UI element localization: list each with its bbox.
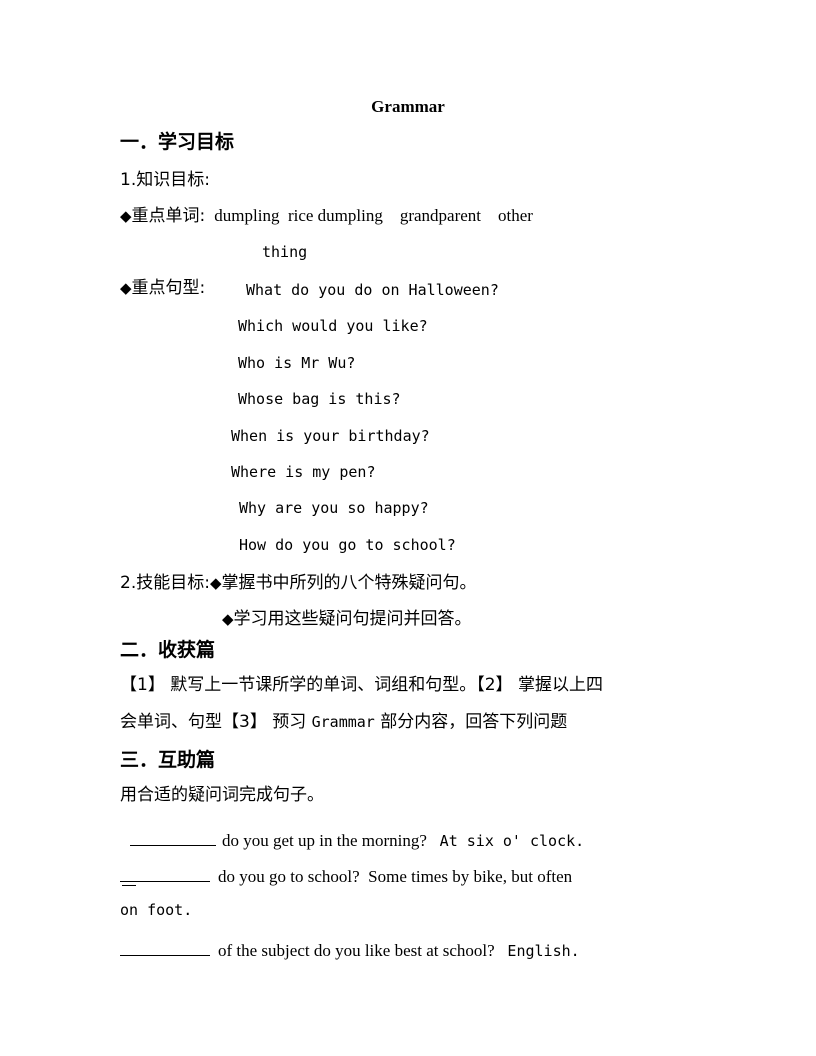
question-gap-2 xyxy=(360,867,369,886)
section-heading-3: 三．互助篇 xyxy=(120,749,216,771)
document-page: Grammar 一．学习目标 1.知识目标: ◆重点单词: dumpling ri… xyxy=(0,0,816,1056)
answer-text-1: At six o' clock. xyxy=(439,832,585,851)
answer-text-3: English. xyxy=(507,942,580,961)
section2-body-line-2: 会单词、句型【3】 预习 Grammar 部分内容，回答下列问题 xyxy=(120,714,567,731)
vocab-row: ◆重点单词: dumpling rice dumpling grandparent… xyxy=(120,207,533,225)
patterns-label: 重点句型: xyxy=(131,278,206,298)
vocab-words: dumpling rice dumpling grandparent other xyxy=(214,206,533,225)
page-title: Grammar xyxy=(371,97,445,116)
exercise-question-1: do you get up in the morning? At six o' … xyxy=(120,830,584,850)
diamond-bullet-icon: ◆ xyxy=(222,610,234,628)
skill-item-2: 学习用这些疑问句提问并回答。 xyxy=(233,609,472,629)
exercise-instruction: 用合适的疑问词完成句子。 xyxy=(120,785,324,805)
vocab-words-wrap: thing xyxy=(262,243,308,261)
skills-row-1: 2.技能目标:◆掌握书中所列的八个特殊疑问句。 xyxy=(120,575,477,592)
section2-body-grammar-word: Grammar xyxy=(311,713,375,731)
answer-text-2: Some times by bike, but often xyxy=(368,867,573,887)
section2-body-line-1: 【1】 默写上一节课所学的单词、词组和句型。【2】 掌握以上四 xyxy=(120,675,603,695)
exercise-question-3: of the subject do you like best at schoo… xyxy=(120,940,580,960)
pattern-sentence-8: How do you go to school? xyxy=(239,536,456,554)
diamond-bullet-icon: ◆ xyxy=(209,574,222,592)
pattern-sentence-7: Why are you so happy? xyxy=(239,499,429,517)
pattern-sentence-3: Who is Mr Wu? xyxy=(238,354,356,372)
skills-row-2: ◆学习用这些疑问句提问并回答。 xyxy=(222,611,472,628)
patterns-row: ◆重点句型: xyxy=(120,280,205,297)
answer-blank-2[interactable] xyxy=(120,866,210,887)
answer-blank-3[interactable] xyxy=(120,940,210,957)
pattern-sentence-4: Whose bag is this? xyxy=(238,390,401,408)
question-text-3: of the subject do you like best at schoo… xyxy=(218,941,495,961)
pattern-sentence-1: What do you do on Halloween? xyxy=(246,281,499,299)
pattern-sentence-2: Which would you like? xyxy=(238,317,428,335)
section2-body-part-c: 部分内容，回答下列问题 xyxy=(374,712,568,732)
vocab-label: 重点单词: xyxy=(131,206,206,226)
skill-item-1: 掌握书中所列的八个特殊疑问句。 xyxy=(221,573,477,593)
section-heading-1: 一．学习目标 xyxy=(120,131,235,153)
question-text-1: do you get up in the morning? xyxy=(222,831,427,851)
diamond-bullet-icon: ◆ xyxy=(120,207,132,225)
answer-blank-1[interactable] xyxy=(130,830,216,847)
diamond-bullet-icon: ◆ xyxy=(120,279,132,297)
question-gap-3 xyxy=(495,941,508,960)
question-text-2: do you go to school? xyxy=(218,867,360,887)
exercise-question-2: do you go to school? Some times by bike,… xyxy=(120,866,573,887)
section2-body-part-a: 会单词、句型【3】 预习 xyxy=(120,712,312,732)
question-gap-1 xyxy=(427,831,440,850)
section-heading-2: 二．收获篇 xyxy=(120,639,216,661)
subheading-knowledge-objectives: 1.知识目标: xyxy=(120,170,210,190)
question-2-continuation: on foot. xyxy=(120,901,193,919)
pattern-sentence-5: When is your birthday? xyxy=(231,427,430,445)
subheading-skill-objectives: 2.技能目标: xyxy=(120,573,210,593)
pattern-sentence-6: Where is my pen? xyxy=(231,463,376,481)
